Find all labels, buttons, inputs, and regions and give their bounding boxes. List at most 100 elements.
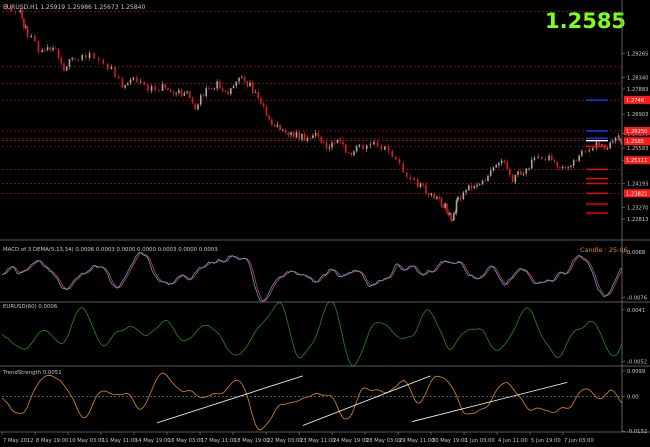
bear-candle bbox=[556, 161, 559, 168]
time-tick-label: 23 May 11:00 bbox=[300, 438, 336, 444]
bear-candle bbox=[398, 159, 401, 164]
time-tick-label: 11 May 11:00 bbox=[102, 438, 138, 444]
bear-candle bbox=[406, 172, 408, 177]
bear-candle bbox=[347, 152, 350, 154]
bear-candle bbox=[380, 145, 383, 150]
bull-candle bbox=[492, 167, 495, 171]
price-tick-label: 1.26903 bbox=[627, 112, 648, 118]
time-tick-label: 10 May 03:00 bbox=[69, 438, 105, 444]
time-tick-label: 5 Jun 19:00 bbox=[531, 438, 561, 444]
bear-candle bbox=[158, 90, 160, 91]
bear-candle bbox=[143, 81, 146, 85]
bull-candle bbox=[65, 66, 68, 71]
bull-candle bbox=[581, 150, 583, 156]
bull-candle bbox=[476, 184, 478, 187]
bear-candle bbox=[303, 133, 306, 141]
bull-candle bbox=[161, 84, 164, 91]
bull-candle bbox=[355, 146, 358, 152]
bear-candle bbox=[191, 98, 194, 104]
bear-candle bbox=[287, 132, 290, 136]
time-tick-label: 8 May 19:00 bbox=[36, 438, 68, 444]
bear-candle bbox=[503, 160, 506, 163]
bull-candle bbox=[448, 213, 451, 215]
bear-candle bbox=[438, 196, 441, 199]
bear-candle bbox=[246, 80, 249, 87]
time-tick-label: 4 Jun 11:00 bbox=[498, 438, 528, 444]
bull-candle bbox=[614, 137, 617, 142]
candle-timer: Candle : 25:06 bbox=[580, 246, 628, 254]
time-tick-label: 18 May 19:00 bbox=[234, 438, 270, 444]
eurusd-tick-label: -0.0052 bbox=[627, 360, 647, 366]
macd-title: MACD of 3 DEMA(5,13,34) 0.0006 0.0003 0.… bbox=[3, 247, 218, 253]
bear-candle bbox=[459, 196, 462, 200]
bull-candle bbox=[88, 52, 91, 59]
macd-tick-label: 0.0068 bbox=[627, 250, 645, 256]
bear-candle bbox=[60, 58, 63, 64]
bull-candle bbox=[455, 200, 458, 213]
bear-candle bbox=[147, 84, 149, 91]
price-tick-label: 1.23270 bbox=[627, 205, 648, 211]
bull-candle bbox=[132, 77, 135, 80]
bull-candle bbox=[457, 196, 459, 201]
bear-candle bbox=[97, 58, 100, 61]
bull-candle bbox=[52, 47, 54, 51]
bear-candle bbox=[440, 198, 443, 207]
bear-candle bbox=[77, 59, 80, 61]
bull-candle bbox=[478, 184, 481, 186]
bear-candle bbox=[544, 158, 547, 161]
bull-candle bbox=[413, 179, 415, 181]
bear-candle bbox=[470, 185, 473, 189]
bull-candle bbox=[314, 133, 317, 136]
price-tag-label: 1.25111 bbox=[626, 158, 647, 164]
bull-candle bbox=[230, 88, 232, 95]
bull-candle bbox=[331, 142, 333, 148]
bull-candle bbox=[301, 133, 303, 140]
bear-candle bbox=[257, 92, 260, 99]
price-tick-label: 1.24193 bbox=[627, 182, 648, 188]
bear-candle bbox=[251, 82, 254, 93]
bear-candle bbox=[446, 203, 448, 213]
bull-candle bbox=[444, 203, 446, 208]
price-tick-label: 1.25583 bbox=[627, 146, 648, 152]
bear-candle bbox=[540, 156, 543, 159]
bear-candle bbox=[584, 150, 587, 152]
bull-candle bbox=[328, 147, 331, 149]
bull-candle bbox=[612, 141, 614, 143]
bear-candle bbox=[325, 142, 328, 149]
bear-candle bbox=[85, 55, 87, 59]
bull-candle bbox=[240, 77, 243, 78]
bear-candle bbox=[54, 47, 57, 49]
bull-candle bbox=[533, 157, 536, 160]
bear-candle bbox=[117, 76, 120, 79]
bear-candle bbox=[167, 88, 169, 90]
eurusd-tick-label: 0.0041 bbox=[627, 308, 645, 314]
bear-candle bbox=[509, 168, 511, 176]
bear-candle bbox=[447, 212, 450, 215]
bear-candle bbox=[427, 193, 430, 196]
bear-candle bbox=[26, 26, 29, 38]
bear-candle bbox=[425, 184, 427, 194]
bull-candle bbox=[238, 77, 240, 82]
bull-candle bbox=[468, 185, 470, 191]
bear-candle bbox=[227, 91, 229, 95]
bear-candle bbox=[339, 139, 342, 142]
bear-candle bbox=[57, 48, 60, 59]
time-tick-label: 1 Jun 03:00 bbox=[465, 438, 495, 444]
big-price-label: 1.2585 bbox=[545, 9, 626, 33]
time-tick-label: 17 May 11:00 bbox=[201, 438, 237, 444]
bull-candle bbox=[481, 180, 484, 185]
bear-candle bbox=[362, 144, 364, 149]
bull-candle bbox=[588, 150, 590, 152]
bull-candle bbox=[249, 82, 251, 87]
bear-candle bbox=[268, 115, 270, 120]
bull-candle bbox=[124, 84, 126, 88]
bull-candle bbox=[419, 183, 422, 188]
time-tick-label: 14 May 19:00 bbox=[135, 438, 171, 444]
symbol-info: EURUSD,H1 1.25919 1.25986 1.25673 1.2584… bbox=[3, 4, 145, 11]
bull-candle bbox=[129, 79, 132, 84]
trading-chart[interactable]: 1.292651.283401.278831.269031.261581.255… bbox=[0, 0, 650, 447]
bear-candle bbox=[550, 155, 553, 161]
bear-candle bbox=[350, 152, 353, 156]
bull-candle bbox=[290, 132, 292, 136]
bear-candle bbox=[376, 142, 379, 146]
